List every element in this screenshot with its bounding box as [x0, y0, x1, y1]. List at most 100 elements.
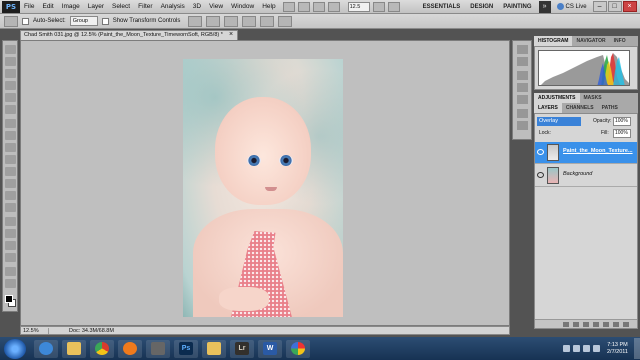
- menu-filter[interactable]: Filter: [134, 0, 156, 14]
- path-selection-tool-icon[interactable]: [5, 241, 16, 250]
- distribute-icon[interactable]: [278, 15, 293, 27]
- visibility-eye-icon[interactable]: [537, 172, 544, 178]
- taskbar-clock[interactable]: 7:13 PM 2/7/2011: [607, 342, 628, 356]
- menu-analysis[interactable]: Analysis: [157, 0, 189, 14]
- menu-window[interactable]: Window: [227, 0, 258, 14]
- clone-stamp-tool-icon[interactable]: [5, 143, 16, 152]
- taskbar-chrome[interactable]: [90, 339, 114, 358]
- color-panel-icon[interactable]: [517, 71, 528, 80]
- close-window-button[interactable]: ×: [622, 1, 637, 12]
- adjustment-layer-icon[interactable]: [593, 321, 599, 327]
- eraser-tool-icon[interactable]: [5, 167, 16, 176]
- menu-3d[interactable]: 3D: [189, 0, 205, 14]
- taskbar-lightroom[interactable]: Lr: [230, 339, 254, 358]
- workspace-more-button[interactable]: »: [538, 0, 551, 13]
- maximize-button[interactable]: □: [607, 1, 622, 12]
- menu-edit[interactable]: Edit: [38, 0, 57, 14]
- swatches-panel-icon[interactable]: [517, 83, 528, 92]
- pen-tool-icon[interactable]: [5, 217, 16, 226]
- character-panel-icon[interactable]: [517, 109, 528, 118]
- tab-navigator[interactable]: NAVIGATOR: [572, 36, 609, 46]
- add-mask-icon[interactable]: [583, 321, 589, 327]
- new-group-icon[interactable]: [603, 321, 609, 327]
- quick-selection-tool-icon[interactable]: [5, 81, 16, 90]
- 3d-rotate-tool-icon[interactable]: [5, 267, 16, 276]
- power-icon[interactable]: [592, 345, 600, 352]
- taskbar-photoshop[interactable]: Ps: [174, 339, 198, 358]
- layer-style-icon[interactable]: [573, 321, 579, 327]
- tab-layers[interactable]: LAYERS: [534, 103, 562, 113]
- distribute-icon[interactable]: [260, 15, 275, 27]
- mini-bridge-icon[interactable]: [297, 1, 310, 12]
- tray-arrow-icon[interactable]: [562, 345, 570, 352]
- show-desktop-button[interactable]: [634, 338, 640, 359]
- lasso-tool-icon[interactable]: [5, 69, 16, 78]
- history-brush-tool-icon[interactable]: [5, 155, 16, 164]
- foreground-color-swatch[interactable]: [5, 295, 13, 303]
- move-tool-icon[interactable]: [5, 45, 16, 54]
- opacity-input[interactable]: 100%: [613, 117, 631, 126]
- gradient-tool-icon[interactable]: [5, 179, 16, 188]
- tab-paths[interactable]: PATHS: [598, 103, 622, 113]
- layer-row-background[interactable]: Background: [535, 165, 637, 187]
- taskbar-word[interactable]: W: [258, 339, 282, 358]
- fill-input[interactable]: 100%: [613, 129, 631, 138]
- close-document-icon[interactable]: ×: [229, 30, 233, 40]
- auto-select-checkbox[interactable]: [22, 17, 29, 25]
- distribute-icon[interactable]: [242, 15, 257, 27]
- zoom-tool-icon[interactable]: [327, 1, 340, 12]
- taskbar-media-player[interactable]: [118, 339, 142, 358]
- dodge-tool-icon[interactable]: [5, 203, 16, 212]
- menu-select[interactable]: Select: [108, 0, 134, 14]
- layer-row-texture[interactable]: Paint_the_Moon_Texture...: [535, 142, 637, 164]
- zoom-tool-icon[interactable]: [5, 279, 16, 288]
- minimize-button[interactable]: –: [592, 1, 607, 12]
- align-icon[interactable]: [224, 15, 239, 27]
- status-doc-size[interactable]: Doc: 34.3M/68.8M: [49, 328, 114, 334]
- blur-tool-icon[interactable]: [5, 191, 16, 200]
- taskbar-internet-explorer[interactable]: [34, 339, 58, 358]
- type-tool-icon[interactable]: [5, 229, 16, 238]
- network-icon[interactable]: [572, 345, 580, 352]
- align-icon[interactable]: [188, 15, 203, 27]
- status-zoom[interactable]: 12.5%: [21, 327, 49, 334]
- cs-live-button[interactable]: CS Live: [556, 3, 587, 10]
- screen-mode-icon[interactable]: [387, 1, 400, 12]
- bridge-icon[interactable]: [282, 1, 295, 12]
- shape-tool-icon[interactable]: [5, 253, 16, 262]
- hand-tool-icon[interactable]: [312, 1, 325, 12]
- taskbar-folder[interactable]: [202, 339, 226, 358]
- layer-name[interactable]: Paint_the_Moon_Texture...: [563, 148, 633, 154]
- zoom-level-select[interactable]: 12.5: [347, 1, 370, 12]
- layer-name[interactable]: Background: [563, 171, 592, 177]
- blend-mode-select[interactable]: Overlay: [537, 117, 581, 126]
- visibility-eye-icon[interactable]: [537, 149, 544, 155]
- move-tool-icon[interactable]: [4, 15, 18, 27]
- styles-panel-icon[interactable]: [517, 95, 528, 104]
- arrange-documents-icon[interactable]: [372, 1, 385, 12]
- taskbar-explorer[interactable]: [62, 339, 86, 358]
- paragraph-panel-icon[interactable]: [517, 121, 528, 130]
- menu-image[interactable]: Image: [58, 0, 84, 14]
- tab-info[interactable]: INFO: [610, 36, 630, 46]
- healing-brush-tool-icon[interactable]: [5, 119, 16, 128]
- menu-help[interactable]: Help: [258, 0, 279, 14]
- workspace-painting[interactable]: PAINTING: [498, 0, 536, 14]
- actions-panel-icon[interactable]: [517, 57, 528, 66]
- workspace-essentials[interactable]: ESSENTIALS: [418, 0, 466, 14]
- marquee-tool-icon[interactable]: [5, 57, 16, 66]
- canvas-area[interactable]: [20, 40, 510, 326]
- taskbar-app[interactable]: [146, 339, 170, 358]
- tab-histogram[interactable]: HISTOGRAM: [534, 36, 573, 46]
- eyedropper-tool-icon[interactable]: [5, 105, 16, 114]
- show-transform-checkbox[interactable]: [101, 17, 109, 25]
- new-layer-icon[interactable]: [613, 321, 619, 327]
- volume-icon[interactable]: [582, 345, 590, 352]
- start-button[interactable]: [4, 338, 26, 359]
- link-layers-icon[interactable]: [563, 321, 569, 327]
- menu-file[interactable]: File: [20, 0, 38, 14]
- menu-view[interactable]: View: [205, 0, 227, 14]
- trash-icon[interactable]: [623, 321, 629, 327]
- history-panel-icon[interactable]: [517, 45, 528, 54]
- taskbar-picasa[interactable]: [286, 339, 310, 358]
